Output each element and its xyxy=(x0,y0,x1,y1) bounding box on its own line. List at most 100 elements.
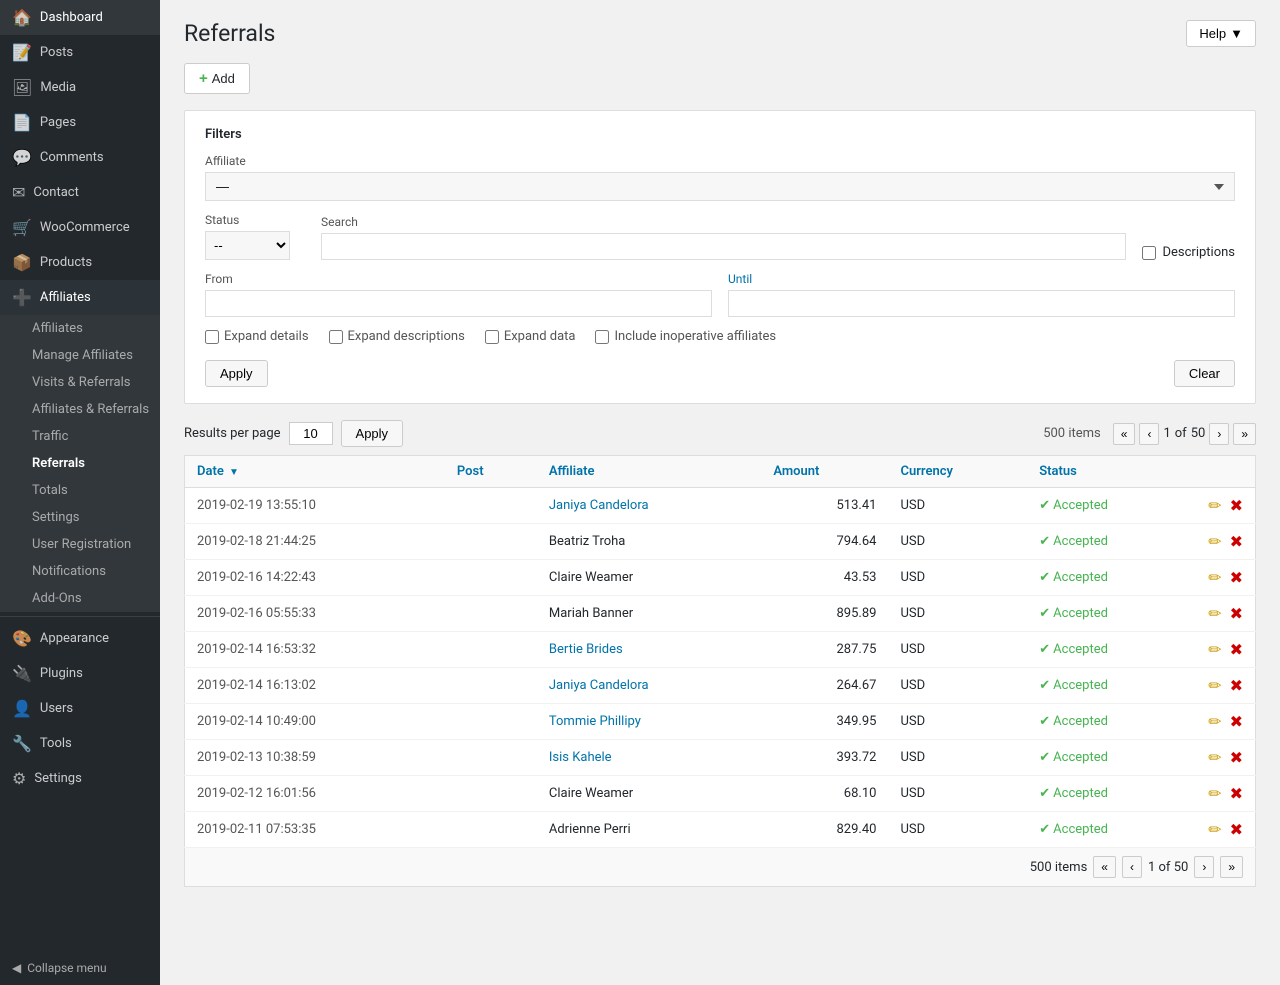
expand-data-checkbox[interactable] xyxy=(485,330,499,344)
affiliate-name-link[interactable]: Claire Weamer xyxy=(549,786,633,801)
sidebar-item-user-registration[interactable]: User Registration xyxy=(12,531,160,558)
cell-affiliate[interactable]: Janiya Candelora xyxy=(537,668,761,704)
delete-button[interactable]: ✖ xyxy=(1230,604,1243,623)
sidebar-item-woocommerce[interactable]: 🛒 WooCommerce xyxy=(0,210,160,245)
next-page-button[interactable]: › xyxy=(1209,423,1229,445)
affiliate-name-link[interactable]: Mariah Banner xyxy=(549,606,633,621)
cell-affiliate[interactable]: Mariah Banner xyxy=(537,596,761,632)
affiliate-name-link[interactable]: Janiya Candelora xyxy=(549,498,649,513)
sidebar-item-notifications[interactable]: Notifications xyxy=(12,558,160,585)
expand-descriptions-checkbox[interactable] xyxy=(329,330,343,344)
col-date[interactable]: Date ▼ xyxy=(185,456,445,488)
cell-affiliate[interactable]: Bertie Brides xyxy=(537,632,761,668)
last-page-button[interactable]: » xyxy=(1233,423,1256,445)
cell-status: ✔ Accepted xyxy=(1027,596,1195,632)
edit-button[interactable]: ✏ xyxy=(1208,604,1221,623)
affiliate-select[interactable]: — xyxy=(205,172,1235,201)
until-date-input[interactable] xyxy=(728,290,1235,317)
delete-button[interactable]: ✖ xyxy=(1230,784,1243,803)
cell-affiliate[interactable]: Janiya Candelora xyxy=(537,488,761,524)
from-date-input[interactable] xyxy=(205,290,712,317)
delete-button[interactable]: ✖ xyxy=(1230,568,1243,587)
affiliate-name-link[interactable]: Isis Kahele xyxy=(549,750,612,765)
search-input[interactable] xyxy=(321,233,1126,260)
edit-button[interactable]: ✏ xyxy=(1208,532,1221,551)
cell-affiliate[interactable]: Claire Weamer xyxy=(537,776,761,812)
edit-button[interactable]: ✏ xyxy=(1208,568,1221,587)
col-currency[interactable]: Currency xyxy=(888,456,1027,488)
help-button[interactable]: Help ▼ xyxy=(1186,20,1256,47)
delete-button[interactable]: ✖ xyxy=(1230,712,1243,731)
col-post[interactable]: Post xyxy=(445,456,537,488)
edit-button[interactable]: ✏ xyxy=(1208,748,1221,767)
edit-button[interactable]: ✏ xyxy=(1208,820,1221,839)
affiliate-name-link[interactable]: Adrienne Perri xyxy=(549,822,631,837)
status-select[interactable]: -- Accepted Pending Rejected xyxy=(205,231,290,260)
sidebar-item-appearance[interactable]: 🎨 Appearance xyxy=(0,621,160,656)
per-page-apply-button[interactable]: Apply xyxy=(341,420,404,447)
edit-button[interactable]: ✏ xyxy=(1208,784,1221,803)
descriptions-checkbox[interactable] xyxy=(1142,246,1156,260)
collapse-menu[interactable]: ◀ Collapse menu xyxy=(0,951,160,985)
per-page-input[interactable]: 10 xyxy=(289,422,333,445)
sidebar-item-pages[interactable]: 📄 Pages xyxy=(0,105,160,140)
delete-button[interactable]: ✖ xyxy=(1230,748,1243,767)
edit-button[interactable]: ✏ xyxy=(1208,712,1221,731)
sidebar-item-settings-main[interactable]: ⚙ Settings xyxy=(0,761,160,796)
edit-button[interactable]: ✏ xyxy=(1208,676,1221,695)
bottom-first-page-button[interactable]: « xyxy=(1093,856,1116,878)
cell-affiliate[interactable]: Isis Kahele xyxy=(537,740,761,776)
add-button[interactable]: + Add xyxy=(184,63,250,94)
filters-apply-button[interactable]: Apply xyxy=(205,360,268,387)
affiliate-name-link[interactable]: Bertie Brides xyxy=(549,642,623,657)
sidebar-item-comments[interactable]: 💬 Comments xyxy=(0,140,160,175)
cell-affiliate[interactable]: Beatriz Troha xyxy=(537,524,761,560)
sidebar-item-tools[interactable]: 🔧 Tools xyxy=(0,726,160,761)
delete-button[interactable]: ✖ xyxy=(1230,820,1243,839)
first-page-button[interactable]: « xyxy=(1113,423,1136,445)
affiliate-name-link[interactable]: Janiya Candelora xyxy=(549,678,649,693)
sidebar-item-visits-referrals[interactable]: Visits & Referrals xyxy=(12,369,160,396)
cell-affiliate[interactable]: Adrienne Perri xyxy=(537,812,761,848)
affiliate-name-link[interactable]: Claire Weamer xyxy=(549,570,633,585)
filters-title: Filters xyxy=(205,127,1235,142)
sidebar-item-affiliates[interactable]: ➕ Affiliates xyxy=(0,280,160,315)
bottom-next-page-button[interactable]: › xyxy=(1194,856,1214,878)
bottom-prev-page-button[interactable]: ‹ xyxy=(1122,856,1142,878)
sidebar-item-users[interactable]: 👤 Users xyxy=(0,691,160,726)
delete-button[interactable]: ✖ xyxy=(1230,676,1243,695)
col-status[interactable]: Status xyxy=(1027,456,1195,488)
edit-button[interactable]: ✏ xyxy=(1208,640,1221,659)
affiliate-name-link[interactable]: Tommie Phillipy xyxy=(549,714,641,729)
sidebar-item-posts[interactable]: 📝 Posts xyxy=(0,35,160,70)
cell-affiliate[interactable]: Claire Weamer xyxy=(537,560,761,596)
sidebar-item-contact[interactable]: ✉ Contact xyxy=(0,175,160,210)
include-inoperative-checkbox[interactable] xyxy=(595,330,609,344)
sidebar-item-add-ons[interactable]: Add-Ons xyxy=(12,585,160,612)
col-amount[interactable]: Amount xyxy=(761,456,888,488)
delete-button[interactable]: ✖ xyxy=(1230,640,1243,659)
filters-clear-button[interactable]: Clear xyxy=(1174,360,1235,387)
expand-details-checkbox[interactable] xyxy=(205,330,219,344)
affiliate-name-link[interactable]: Beatriz Troha xyxy=(549,534,626,549)
sidebar-item-referrals[interactable]: Referrals xyxy=(12,450,160,477)
sidebar-item-products[interactable]: 📦 Products xyxy=(0,245,160,280)
sidebar-item-traffic[interactable]: Traffic xyxy=(12,423,160,450)
delete-button[interactable]: ✖ xyxy=(1230,496,1243,515)
prev-page-button[interactable]: ‹ xyxy=(1139,423,1159,445)
sidebar-item-totals[interactable]: Totals xyxy=(12,477,160,504)
cell-affiliate[interactable]: Tommie Phillipy xyxy=(537,704,761,740)
delete-button[interactable]: ✖ xyxy=(1230,532,1243,551)
sidebar-item-media[interactable]: 🖼 Media xyxy=(0,70,160,105)
help-chevron-icon: ▼ xyxy=(1230,26,1243,41)
col-affiliate[interactable]: Affiliate xyxy=(537,456,761,488)
sidebar-item-plugins[interactable]: 🔌 Plugins xyxy=(0,656,160,691)
sidebar-item-affiliates-sub[interactable]: Affiliates xyxy=(12,315,160,342)
sidebar-item-settings[interactable]: Settings xyxy=(12,504,160,531)
bottom-last-page-button[interactable]: » xyxy=(1220,856,1243,878)
sidebar-item-manage-affiliates[interactable]: Manage Affiliates xyxy=(12,342,160,369)
edit-button[interactable]: ✏ xyxy=(1208,496,1221,515)
sidebar-item-affiliates-referrals[interactable]: Affiliates & Referrals xyxy=(12,396,160,423)
sidebar-item-dashboard[interactable]: 🏠 Dashboard xyxy=(0,0,160,35)
cell-currency: USD xyxy=(888,812,1027,848)
